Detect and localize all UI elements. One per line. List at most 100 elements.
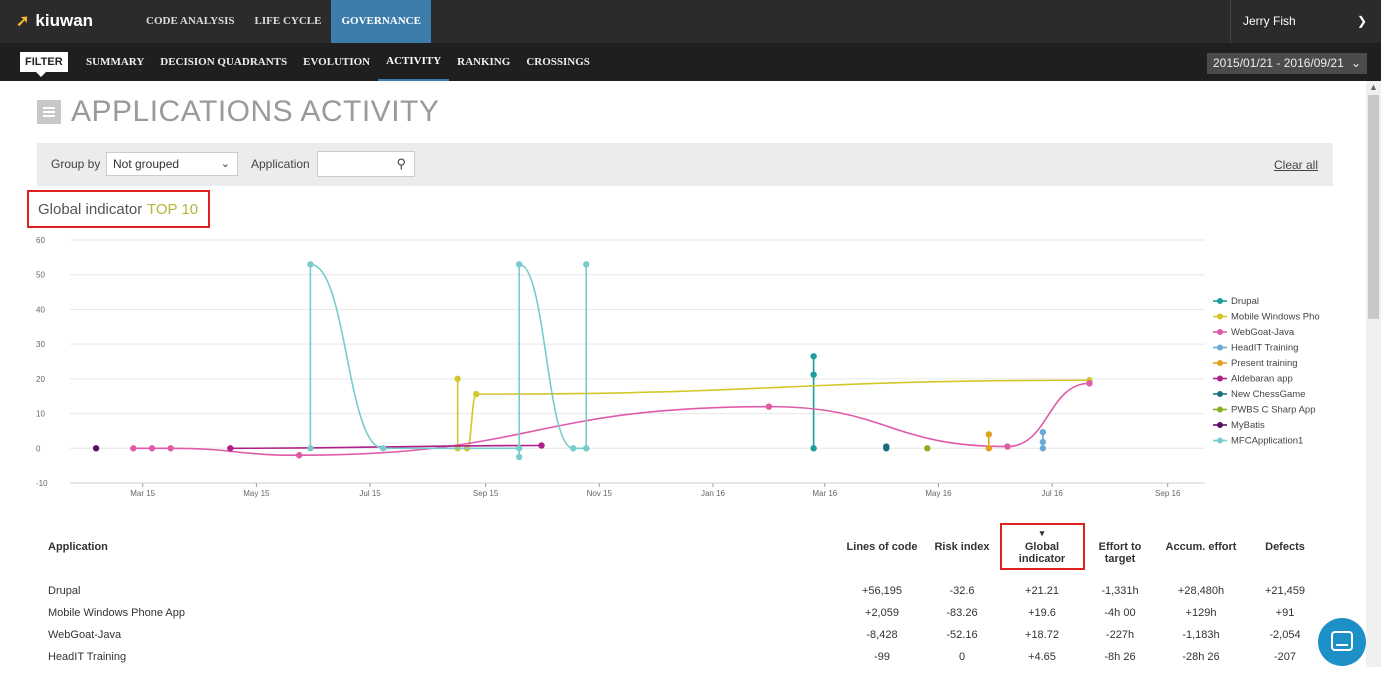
table-row[interactable]: Drupal +56,195 -32.6 +21.21 -1,331h +28,480h +… (0, 585, 1366, 607)
chat-button[interactable] (1318, 618, 1366, 666)
legend-swatch-marker (1217, 329, 1223, 335)
cell-application[interactable]: HeadIT Training (48, 651, 126, 663)
tab-decision-quadrants[interactable]: DECISION QUADRANTS (152, 43, 295, 81)
cell-application[interactable]: Mobile Windows Phone App (48, 607, 185, 619)
y-tick-label: 40 (36, 305, 45, 314)
filter-bar: Group by Not grouped ⌄ Application ⚲ Cle… (37, 143, 1333, 186)
application-search-input[interactable]: ⚲ (317, 151, 415, 177)
cell-effort-to-target: -4h 00 (1104, 607, 1136, 619)
indicator-label: Global indicator (38, 201, 143, 218)
col-global-indicator[interactable]: Global indicator (1016, 541, 1068, 565)
data-point (130, 445, 137, 452)
data-point (765, 403, 773, 410)
y-tick-label: 30 (36, 340, 45, 349)
application-label: Application (251, 157, 310, 171)
data-point (538, 442, 545, 449)
legend-item: MyBatis (1231, 420, 1265, 431)
legend-swatch-marker (1217, 406, 1223, 413)
cell-accum-effort: -28h 26 (1182, 651, 1220, 663)
col-application[interactable]: Application (48, 541, 108, 553)
y-tick-label: 20 (36, 375, 45, 384)
x-tick-label: Jul 15 (359, 489, 381, 498)
data-point (924, 445, 931, 452)
legend-swatch-marker (1217, 437, 1223, 444)
y-tick-label: 60 (36, 236, 45, 245)
x-tick-label: Jan 16 (701, 489, 726, 498)
tab-activity[interactable]: ACTIVITY (378, 43, 450, 81)
cell-application[interactable]: Drupal (48, 585, 80, 597)
chevron-down-icon: ⌄ (1350, 56, 1361, 70)
data-point (515, 445, 523, 452)
filter-button[interactable]: FILTER (20, 52, 68, 77)
legend-item: PWBS C Sharp App (1231, 405, 1315, 416)
legend-item: Mobile Windows Pho (1231, 312, 1320, 323)
group-by-select[interactable]: Not grouped ⌄ (106, 152, 238, 176)
x-tick-label: May 15 (243, 489, 270, 498)
page-scrollbar[interactable]: ▲ (1366, 81, 1381, 667)
cell-lines-of-code: +56,195 (861, 585, 903, 597)
tab-code-analysis[interactable]: CODE ANALYSIS (136, 0, 245, 43)
cell-global-indicator: +4.65 (1028, 651, 1056, 663)
cell-effort-to-target: -227h (1105, 629, 1135, 641)
tab-crossings[interactable]: CROSSINGS (518, 43, 598, 81)
data-point (985, 445, 993, 452)
menu-icon[interactable] (37, 100, 61, 124)
legend-swatch-marker (1217, 422, 1223, 428)
user-name: Jerry Fish (1243, 14, 1296, 28)
y-tick-label: 50 (36, 271, 45, 280)
cell-application[interactable]: WebGoat-Java (48, 629, 121, 641)
tab-evolution[interactable]: EVOLUTION (295, 43, 378, 81)
scrollbar-thumb[interactable] (1368, 95, 1379, 319)
y-tick-label: 10 (36, 410, 45, 419)
cell-defects: -2,054 (1269, 629, 1301, 641)
top-10-link[interactable]: TOP 10 (147, 201, 198, 218)
top-navigation-bar: ➚ kiuwan CODE ANALYSIS LIFE CYCLE GOVERN… (0, 0, 1381, 43)
clear-all-link[interactable]: Clear all (1274, 158, 1318, 172)
data-point (1086, 380, 1093, 387)
cell-defects: +21,459 (1264, 585, 1306, 597)
col-lines-of-code[interactable]: Lines of code (843, 541, 921, 553)
cell-defects: +91 (1275, 607, 1295, 619)
data-point (473, 390, 480, 398)
user-menu[interactable]: Jerry Fish ❯ (1230, 0, 1381, 43)
col-accum-effort[interactable]: Accum. effort (1160, 541, 1242, 553)
legend-item: MFCApplication1 (1231, 436, 1303, 447)
cell-accum-effort: -1,183h (1182, 629, 1220, 641)
legend-swatch-marker (1217, 298, 1223, 304)
sort-desc-icon: ▾ (1039, 528, 1045, 538)
cell-lines-of-code: -99 (874, 651, 890, 663)
page-header: APPLICATIONS ACTIVITY (37, 95, 439, 129)
table-row[interactable]: HeadIT Training -99 0 +4.65 -8h 26 -28h 26 -20… (0, 651, 1366, 673)
group-by-label: Group by (51, 157, 101, 171)
scroll-up-icon[interactable]: ▲ (1369, 82, 1378, 92)
x-tick-label: Jul 16 (1041, 489, 1063, 498)
tab-governance[interactable]: GOVERNANCE (331, 0, 431, 43)
col-effort-to-target[interactable]: Effort to target (1095, 541, 1145, 565)
kiuwan-logo[interactable]: ➚ kiuwan (16, 11, 93, 31)
governance-subnav: SUMMARY DECISION QUADRANTS EVOLUTION ACT… (78, 43, 598, 81)
data-point (379, 445, 387, 452)
data-point (583, 445, 590, 452)
date-range-selector[interactable]: 2015/01/21 - 2016/09/21 ⌄ (1207, 53, 1367, 74)
data-point (515, 453, 523, 461)
data-point (454, 375, 461, 383)
data-point (570, 445, 577, 452)
data-point (167, 445, 174, 452)
legend-item: HeadIT Training (1231, 343, 1298, 354)
legend-swatch-marker (1217, 375, 1223, 382)
tab-life-cycle[interactable]: LIFE CYCLE (245, 0, 332, 43)
series-line (133, 382, 1090, 457)
tab-summary[interactable]: SUMMARY (78, 43, 152, 81)
data-point (227, 445, 234, 452)
legend-item: WebGoat-Java (1231, 327, 1295, 338)
col-risk-index[interactable]: Risk index (930, 541, 994, 553)
data-point (148, 445, 156, 452)
legend-item: Present training (1231, 358, 1298, 369)
search-icon[interactable]: ⚲ (396, 156, 406, 172)
y-tick-label: -10 (36, 479, 48, 488)
table-row[interactable]: WebGoat-Java -8,428 -52.16 +18.72 -227h -1,18… (0, 629, 1366, 651)
col-defects[interactable]: Defects (1255, 541, 1315, 553)
brand-name: kiuwan (35, 11, 94, 30)
tab-ranking[interactable]: RANKING (449, 43, 518, 81)
table-row[interactable]: Mobile Windows Phone App +2,059 -83.26 +19.… (0, 607, 1366, 629)
